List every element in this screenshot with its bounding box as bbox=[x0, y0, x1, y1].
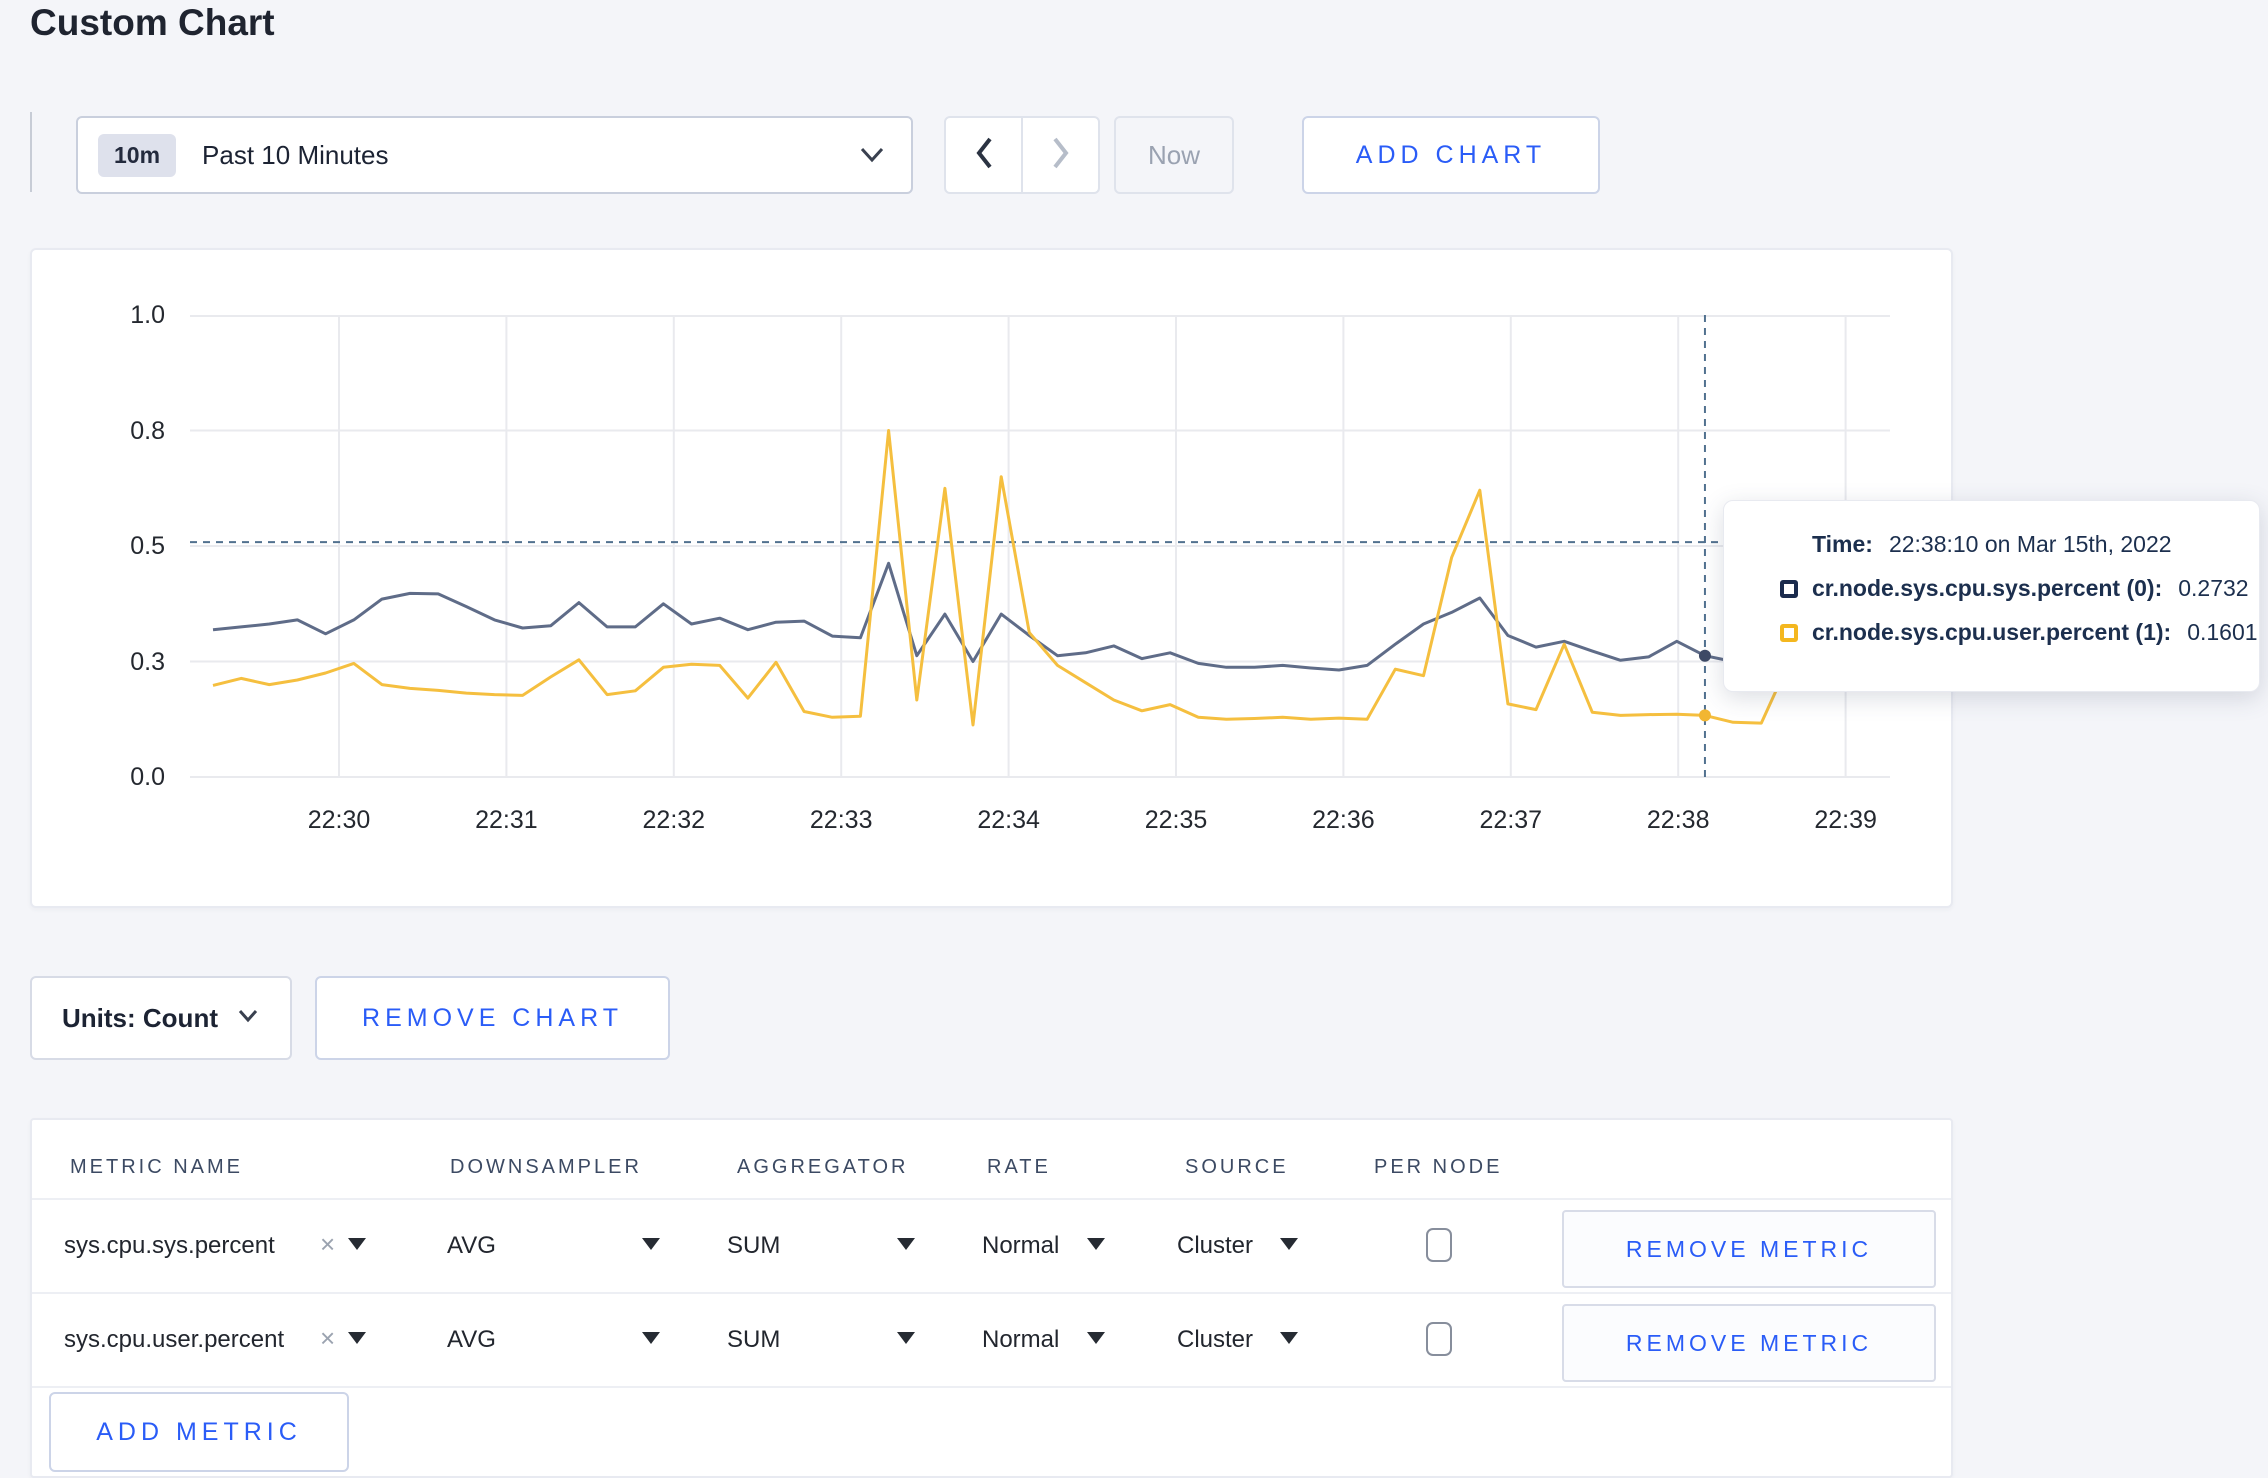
x-tick-label: 22:31 bbox=[475, 806, 538, 834]
chart-tooltip: Time: 22:38:10 on Mar 15th, 2022 cr.node… bbox=[1723, 500, 2260, 692]
source-dropdown-icon[interactable] bbox=[1280, 1332, 1298, 1344]
time-range-badge: 10m bbox=[98, 133, 177, 177]
x-tick-label: 22:36 bbox=[1312, 806, 1375, 834]
step-forward-button[interactable] bbox=[1021, 118, 1098, 192]
y-tick-label: 0.8 bbox=[130, 416, 165, 445]
chevron-left-icon bbox=[971, 133, 997, 178]
downsampler-select[interactable]: AVG bbox=[447, 1326, 496, 1354]
x-tick-label: 22:37 bbox=[1479, 806, 1543, 834]
units-dropdown[interactable]: Units: Count bbox=[30, 976, 292, 1060]
source-select[interactable]: Cluster bbox=[1177, 1232, 1253, 1260]
series-line-sys bbox=[212, 561, 1875, 672]
aggregator-select[interactable]: SUM bbox=[727, 1326, 780, 1354]
tooltip-series-value: 0.1601 bbox=[2187, 619, 2258, 645]
x-tick-label: 22:39 bbox=[1814, 806, 1877, 834]
x-tick-label: 22:34 bbox=[977, 806, 1040, 834]
row-divider bbox=[32, 1292, 1951, 1294]
tooltip-series-value: 0.2732 bbox=[2178, 575, 2249, 601]
col-header-aggregator: AGGREGATOR bbox=[737, 1156, 909, 1178]
downsampler-dropdown-icon[interactable] bbox=[642, 1238, 660, 1250]
aggregator-dropdown-icon[interactable] bbox=[897, 1238, 915, 1250]
metric-name-value[interactable]: sys.cpu.sys.percent bbox=[64, 1232, 275, 1260]
series-line-user bbox=[212, 429, 1875, 727]
remove-chart-button[interactable]: REMOVE CHART bbox=[315, 976, 670, 1060]
tooltip-series-label: cr.node.sys.cpu.user.percent (1): bbox=[1812, 619, 2172, 645]
x-tick-label: 22:32 bbox=[642, 806, 706, 834]
y-tick-label: 1.0 bbox=[130, 301, 165, 329]
clear-metric-icon[interactable]: × bbox=[320, 1323, 335, 1354]
now-button[interactable]: Now bbox=[1114, 116, 1234, 194]
y-tick-label: 0.5 bbox=[130, 532, 165, 560]
tooltip-series-label: cr.node.sys.cpu.sys.percent (0): bbox=[1812, 575, 2163, 601]
tooltip-series-row: cr.node.sys.cpu.sys.percent (0): 0.2732 bbox=[1780, 575, 2259, 602]
clear-metric-icon[interactable]: × bbox=[320, 1229, 335, 1260]
col-header-metric-name: METRIC NAME bbox=[70, 1156, 243, 1178]
y-tick-label: 0.0 bbox=[130, 763, 165, 791]
x-tick-label: 22:38 bbox=[1646, 806, 1710, 834]
metrics-table: METRIC NAME DOWNSAMPLER AGGREGATOR RATE … bbox=[30, 1118, 1953, 1478]
chevron-right-icon bbox=[1048, 133, 1074, 178]
tooltip-time-row: Time: 22:38:10 on Mar 15th, 2022 bbox=[1780, 531, 2259, 558]
hover-point-sys bbox=[1698, 649, 1711, 662]
rate-select[interactable]: Normal bbox=[982, 1326, 1059, 1354]
hover-point-user bbox=[1698, 709, 1711, 722]
y-tick-label: 0.3 bbox=[130, 647, 165, 676]
custom-chart-page: Custom Chart 10m Past 10 Minutes Now ADD… bbox=[0, 0, 2268, 1478]
chart-plot-area[interactable] bbox=[190, 315, 1890, 779]
col-header-source: SOURCE bbox=[1185, 1156, 1289, 1178]
x-tick-label: 22:35 bbox=[1144, 806, 1208, 834]
units-label: Units: Count bbox=[62, 1002, 218, 1033]
step-back-button[interactable] bbox=[946, 118, 1021, 192]
time-step-buttons bbox=[944, 116, 1100, 194]
rate-select[interactable]: Normal bbox=[982, 1232, 1059, 1260]
per-node-checkbox[interactable] bbox=[1426, 1322, 1452, 1356]
chevron-down-icon bbox=[857, 145, 887, 165]
x-tick-label: 22:30 bbox=[307, 806, 371, 834]
chevron-down-icon bbox=[236, 1007, 260, 1029]
series-sys-swatch-icon bbox=[1780, 579, 1798, 598]
remove-metric-button[interactable]: REMOVE METRIC bbox=[1562, 1210, 1936, 1288]
per-node-checkbox[interactable] bbox=[1426, 1228, 1452, 1262]
metric-name-dropdown-icon[interactable] bbox=[348, 1238, 366, 1250]
series-user-swatch-icon bbox=[1780, 623, 1798, 642]
tooltip-time-value: 22:38:10 on Mar 15th, 2022 bbox=[1888, 531, 2172, 557]
source-select[interactable]: Cluster bbox=[1177, 1326, 1253, 1354]
row-divider bbox=[32, 1198, 1951, 1200]
remove-metric-button[interactable]: REMOVE METRIC bbox=[1562, 1304, 1936, 1382]
row-divider bbox=[32, 1386, 1951, 1388]
add-metric-button[interactable]: ADD METRIC bbox=[49, 1392, 349, 1472]
tooltip-time-label: Time: bbox=[1812, 531, 1873, 557]
col-header-per-node: PER NODE bbox=[1374, 1156, 1503, 1178]
add-chart-button[interactable]: ADD CHART bbox=[1302, 116, 1600, 194]
downsampler-select[interactable]: AVG bbox=[447, 1232, 496, 1260]
page-title: Custom Chart bbox=[30, 2, 275, 43]
time-range-dropdown[interactable]: 10m Past 10 Minutes bbox=[76, 116, 913, 194]
metric-name-dropdown-icon[interactable] bbox=[348, 1332, 366, 1344]
tooltip-series-row: cr.node.sys.cpu.user.percent (1): 0.1601 bbox=[1780, 619, 2259, 646]
x-tick-label: 22:33 bbox=[809, 806, 873, 834]
aggregator-select[interactable]: SUM bbox=[727, 1232, 780, 1260]
rate-dropdown-icon[interactable] bbox=[1087, 1238, 1105, 1250]
aggregator-dropdown-icon[interactable] bbox=[897, 1332, 915, 1344]
source-dropdown-icon[interactable] bbox=[1280, 1238, 1298, 1250]
time-range-label: Past 10 Minutes bbox=[202, 139, 389, 170]
col-header-downsampler: DOWNSAMPLER bbox=[450, 1156, 642, 1178]
rate-dropdown-icon[interactable] bbox=[1087, 1332, 1105, 1344]
downsampler-dropdown-icon[interactable] bbox=[642, 1332, 660, 1344]
toolbar-divider bbox=[30, 112, 32, 192]
col-header-rate: RATE bbox=[987, 1156, 1051, 1178]
metric-name-value[interactable]: sys.cpu.user.percent bbox=[64, 1326, 284, 1354]
